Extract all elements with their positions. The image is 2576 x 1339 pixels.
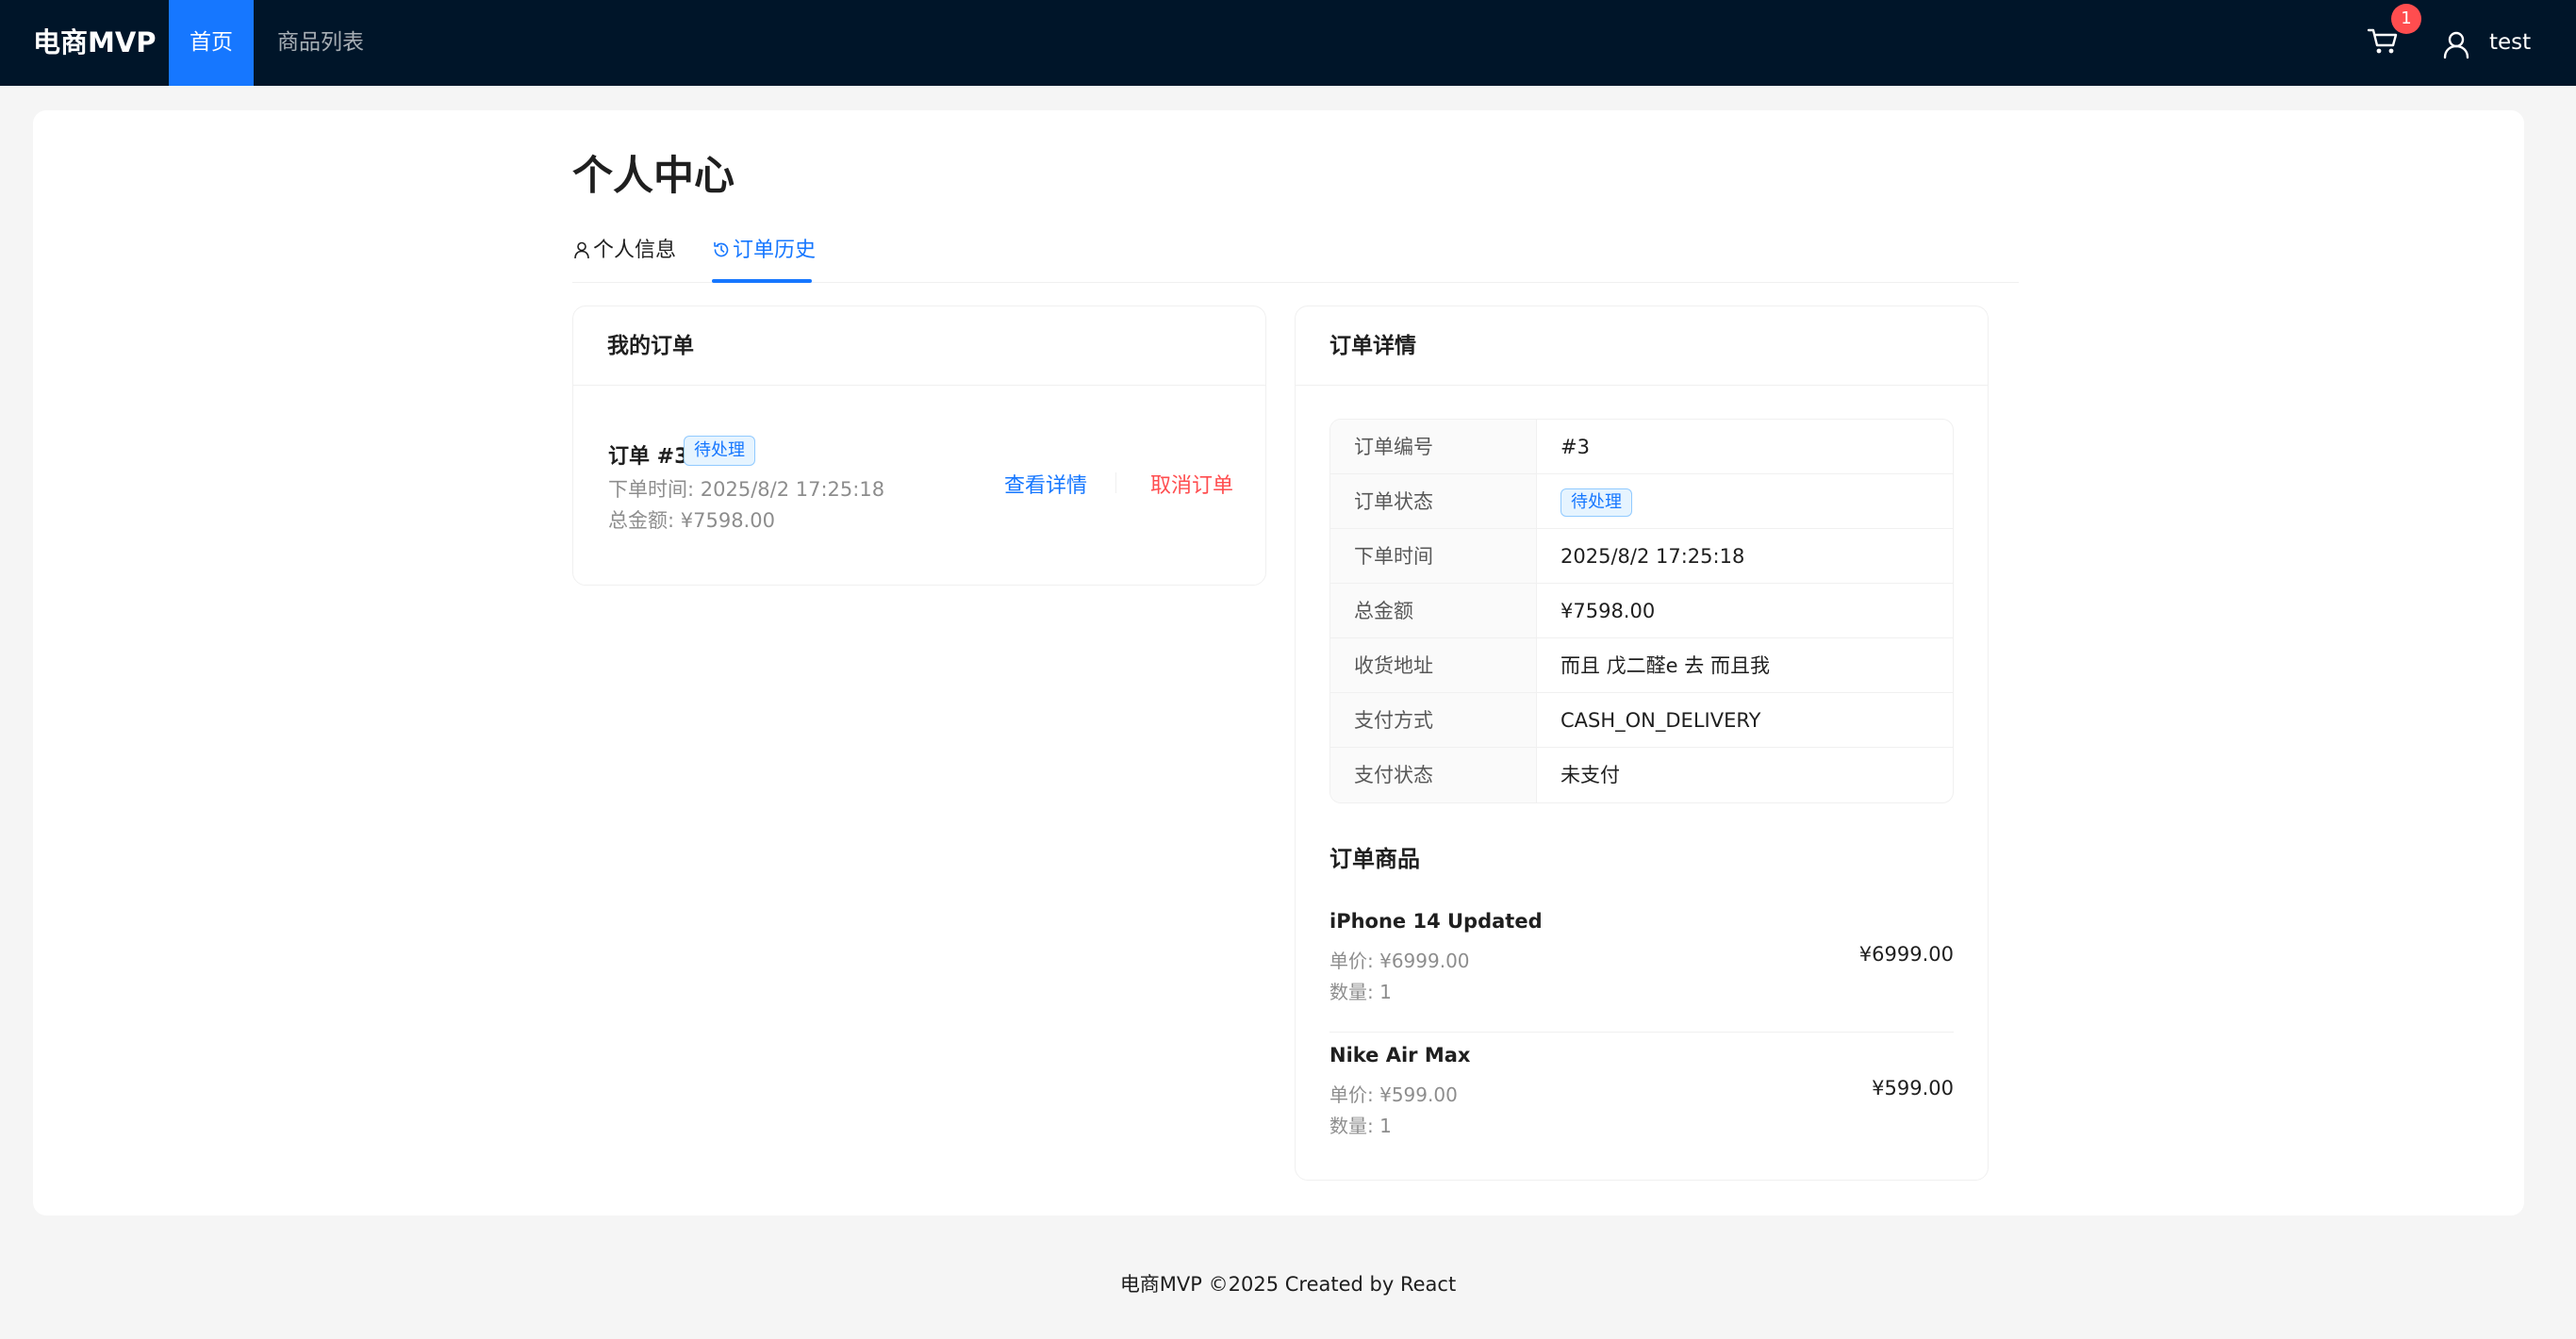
user-icon[interactable] <box>2440 28 2472 60</box>
desc-label: 收货地址 <box>1330 638 1537 692</box>
order-status-badge: 待处理 <box>684 436 755 466</box>
my-orders-card: 我的订单 订单 #3 待处理 下单时间: 2025/8/2 17:25:18 总… <box>572 306 1266 586</box>
desc-row-total: 总金额 ¥7598.00 <box>1330 584 1953 638</box>
desc-label: 支付状态 <box>1330 748 1537 802</box>
item-subtotal: ¥599.00 <box>1872 1077 1954 1099</box>
desc-value: 未支付 <box>1560 764 1620 786</box>
page-footer: 电商MVP ©2025 Created by React <box>1119 1273 1457 1296</box>
desc-label: 订单编号 <box>1330 420 1537 473</box>
item-quantity: 数量: 1 <box>1329 1115 1392 1137</box>
nav-home[interactable]: 首页 <box>169 0 254 86</box>
order-title: 订单 #3 <box>608 445 689 469</box>
desc-value: ¥7598.00 <box>1560 600 1656 622</box>
tab-label: 个人信息 <box>593 239 677 262</box>
cart-count-badge: 1 <box>2391 4 2421 34</box>
cancel-order-button[interactable]: 取消订单 <box>1150 469 1233 499</box>
active-tab-indicator <box>712 279 812 283</box>
item-name: iPhone 14 Updated <box>1329 910 1543 933</box>
top-header: 电商MVP 首页 商品列表 1 test <box>0 0 2576 86</box>
order-total: 总金额: ¥7598.00 <box>608 509 775 532</box>
order-items-title: 订单商品 <box>1329 846 1420 872</box>
desc-row-address: 收货地址 而且 戊二醛e 去 而且我 <box>1330 638 1953 693</box>
item-unit-price: 单价: ¥599.00 <box>1329 1083 1458 1106</box>
desc-value: #3 <box>1560 436 1590 458</box>
action-divider <box>1115 472 1116 493</box>
item-name: Nike Air Max <box>1329 1044 1471 1066</box>
tab-profile-info[interactable]: 个人信息 <box>572 223 676 283</box>
user-name[interactable]: test <box>2489 0 2531 86</box>
order-detail-card: 订单详情 订单编号 #3 订单状态 待处理 下单时间 2025/8/2 17:2… <box>1295 306 1989 1181</box>
desc-label: 订单状态 <box>1330 474 1537 528</box>
main-content: 个人中心 个人信息 订单历史 我的订单 订单 #3 待处理 下单时间: 2025… <box>33 110 2524 1215</box>
view-details-button[interactable]: 查看详情 <box>1004 469 1087 499</box>
desc-row-order-id: 订单编号 #3 <box>1330 420 1953 474</box>
desc-value: 待处理 <box>1537 474 1953 528</box>
profile-tabs: 个人信息 订单历史 <box>572 223 2019 283</box>
page-title: 个人中心 <box>572 153 735 200</box>
tab-label: 订单历史 <box>733 239 817 262</box>
nav-products[interactable]: 商品列表 <box>273 0 368 86</box>
item-unit-price: 单价: ¥6999.00 <box>1329 950 1470 972</box>
user-icon <box>574 241 589 259</box>
desc-label: 支付方式 <box>1330 693 1537 747</box>
desc-label: 下单时间 <box>1330 529 1537 583</box>
desc-row-payment-method: 支付方式 CASH_ON_DELIVERY <box>1330 693 1953 748</box>
item-quantity: 数量: 1 <box>1329 981 1392 1003</box>
status-badge: 待处理 <box>1560 488 1632 517</box>
order-detail-title: 订单详情 <box>1296 306 1988 386</box>
desc-value: CASH_ON_DELIVERY <box>1560 709 1761 732</box>
history-icon <box>714 241 729 257</box>
desc-row-time: 下单时间 2025/8/2 17:25:18 <box>1330 529 1953 584</box>
site-logo[interactable]: 电商MVP <box>33 0 157 86</box>
tab-order-history[interactable]: 订单历史 <box>712 223 816 283</box>
order-time: 下单时间: 2025/8/2 17:25:18 <box>608 478 885 501</box>
order-item: Nike Air Max 单价: ¥599.00 数量: 1 ¥599.00 <box>1329 1033 1954 1166</box>
my-orders-title: 我的订单 <box>573 306 1265 386</box>
desc-row-payment-status: 支付状态 未支付 <box>1330 748 1953 802</box>
item-subtotal: ¥6999.00 <box>1858 943 1954 966</box>
order-descriptions: 订单编号 #3 订单状态 待处理 下单时间 2025/8/2 17:25:18 … <box>1329 419 1954 803</box>
desc-label: 总金额 <box>1330 584 1537 637</box>
order-item: iPhone 14 Updated 单价: ¥6999.00 数量: 1 ¥69… <box>1329 899 1954 1033</box>
desc-value: 2025/8/2 17:25:18 <box>1560 545 1745 568</box>
desc-row-status: 订单状态 待处理 <box>1330 474 1953 529</box>
desc-value: 而且 戊二醛e 去 而且我 <box>1560 654 1770 677</box>
